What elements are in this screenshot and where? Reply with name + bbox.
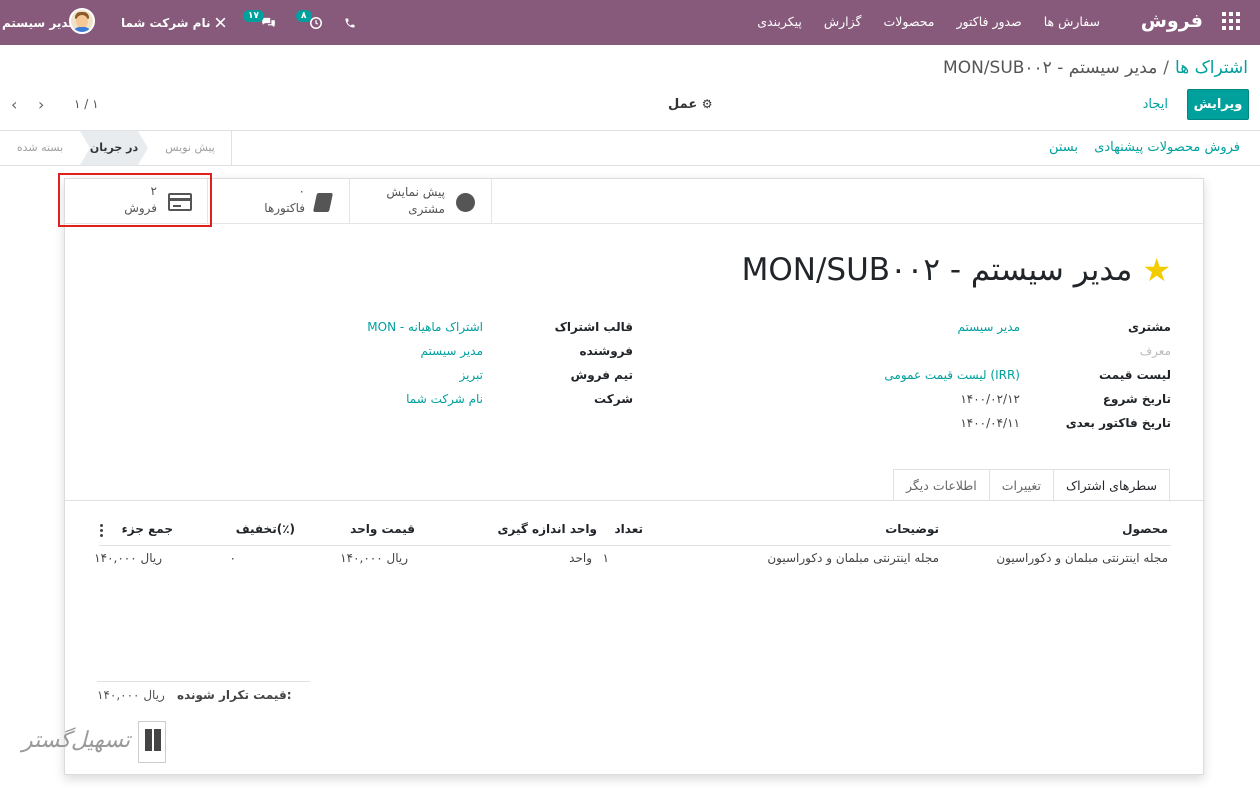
apps-menu-icon[interactable] xyxy=(1222,12,1242,32)
watermark-mark-icon xyxy=(138,721,166,763)
user-menu[interactable]: مدیر سیستم xyxy=(2,0,76,45)
app-brand[interactable]: فروش xyxy=(1141,10,1203,32)
cell-uom[interactable]: واحد xyxy=(569,551,592,565)
top-navbar: فروش سفارش ها صدور فاکتور محصولات گزارش … xyxy=(0,0,1260,45)
value-customer[interactable]: مدیر سیستم xyxy=(958,320,1021,334)
col-uom[interactable]: واحد اندازه گیری xyxy=(497,522,597,536)
col-subtotal[interactable]: جمع جزء xyxy=(122,522,173,536)
pager-value[interactable]: ۱ / ۱ xyxy=(74,97,99,111)
phone-icon[interactable] xyxy=(344,0,356,45)
breadcrumb-subscriptions[interactable]: اشتراک ها xyxy=(1175,58,1248,78)
form-header: فروش محصولات پیشنهادی بستن بسته شده در ج… xyxy=(0,131,1260,166)
upsell-button[interactable]: فروش محصولات پیشنهادی xyxy=(1094,140,1240,155)
action-menu[interactable]: عمل ⚙ xyxy=(668,97,713,112)
menu-configuration[interactable]: پیکربندی xyxy=(757,14,802,29)
cell-discount[interactable]: ۰ xyxy=(230,551,236,565)
col-product[interactable]: محصول xyxy=(1122,522,1168,536)
invoices-button[interactable]: ۰ فاکتورها xyxy=(208,179,350,223)
star-icon[interactable]: ★ xyxy=(1142,251,1171,289)
recurring-price-label: قیمت تکرار شونده: xyxy=(177,688,292,702)
label-salesperson: فروشنده xyxy=(579,344,634,358)
menu-orders[interactable]: سفارش ها xyxy=(1044,14,1100,29)
invoices-label: فاکتورها xyxy=(264,201,305,215)
label-template: قالب اشتراک xyxy=(554,320,633,334)
label-sales-team: تیم فروش xyxy=(570,368,633,382)
tab-subscription-lines[interactable]: سطرهای اشتراک xyxy=(1052,469,1170,502)
activity-count-badge: ۸ xyxy=(296,10,312,22)
label-referrer: معرف xyxy=(1139,344,1171,358)
debug-tools-icon[interactable] xyxy=(214,0,227,45)
value-pricelist[interactable]: لیست قیمت عمومی (IRR) xyxy=(884,368,1020,382)
tab-changes[interactable]: تغییرات xyxy=(988,469,1054,501)
recurring-price-value: ۱۴۰,۰۰۰ ریال xyxy=(97,688,165,702)
label-start-date: تاریخ شروع xyxy=(1102,392,1171,406)
breadcrumb-separator: / xyxy=(1163,58,1170,78)
value-next-invoice: ۱۴۰۰/۰۴/۱۱ xyxy=(960,416,1020,430)
smart-button-box: پیش نمایش مشتری ۰ فاکتورها ۲ فروش xyxy=(65,179,1205,224)
record-title-row: ★ MON/SUB۰۰۲ - مدیر سیستم xyxy=(742,251,1171,289)
label-pricelist: لیست قیمت xyxy=(1099,368,1171,382)
stage-draft[interactable]: پیش نویس xyxy=(148,131,232,165)
tabs-divider xyxy=(65,500,1205,501)
tab-other-info[interactable]: اطلاعات دیگر xyxy=(893,469,990,501)
customer-preview-line1: پیش نمایش xyxy=(386,185,445,199)
messages-count-badge: ۱۷ xyxy=(243,10,264,22)
activity-clock-icon[interactable] xyxy=(309,0,323,45)
value-salesperson[interactable]: مدیر سیستم xyxy=(421,344,484,358)
pager-prev-icon[interactable]: ‹ xyxy=(11,95,17,114)
value-start-date: ۱۴۰۰/۰۲/۱۲ xyxy=(960,392,1020,406)
action-label: عمل xyxy=(668,97,698,112)
optional-columns-icon[interactable] xyxy=(100,524,104,539)
stage-in-progress[interactable]: در جریان xyxy=(80,131,148,165)
watermark-logo: تسهیل‌گستر xyxy=(22,718,166,764)
close-button[interactable]: بستن xyxy=(1049,140,1078,155)
menu-reporting[interactable]: گزارش xyxy=(824,14,862,29)
edit-button[interactable]: ویرایش xyxy=(1187,89,1249,120)
breadcrumb-current: MON/SUB۰۰۲ - مدیر سیستم xyxy=(943,58,1158,78)
globe-icon xyxy=(456,193,475,212)
table-header-divider xyxy=(99,545,1171,546)
label-customer: مشتری xyxy=(1127,320,1171,334)
col-unit-price[interactable]: قیمت واحد xyxy=(350,522,415,536)
notebook-tabs: سطرهای اشتراک تغییرات اطلاعات دیگر xyxy=(893,469,1170,502)
cell-description[interactable]: مجله اینترنتی مبلمان و دکوراسیون xyxy=(767,551,939,565)
col-discount[interactable]: تخفیف(٪) xyxy=(236,522,295,536)
menu-products[interactable]: محصولات xyxy=(884,14,935,29)
col-description[interactable]: توضیحات xyxy=(885,522,939,536)
breadcrumb: اشتراک ها / MON/SUB۰۰۲ - مدیر سیستم xyxy=(943,58,1248,78)
label-company: شرکت xyxy=(594,392,633,406)
messages-icon[interactable] xyxy=(261,0,276,45)
cell-product[interactable]: مجله اینترنتی مبلمان و دکوراسیون xyxy=(996,551,1168,565)
invoices-count: ۰ xyxy=(298,184,305,198)
customer-preview-button[interactable]: پیش نمایش مشتری xyxy=(350,179,492,223)
cell-unit-price[interactable]: ۱۴۰,۰۰۰ ریال xyxy=(340,551,408,565)
value-template[interactable]: MON - اشتراک ماهیانه xyxy=(367,320,483,334)
record-title: MON/SUB۰۰۲ - مدیر سیستم xyxy=(741,252,1133,288)
stage-closed[interactable]: بسته شده xyxy=(0,131,80,165)
totals-divider xyxy=(97,681,310,682)
main-menu: سفارش ها صدور فاکتور محصولات گزارش پیکرب… xyxy=(757,14,1100,29)
form-sheet: پیش نمایش مشتری ۰ فاکتورها ۲ فروش ★ MON/… xyxy=(64,178,1205,775)
sales-button-highlight xyxy=(58,173,212,227)
company-switcher[interactable]: نام شرکت شما xyxy=(121,0,210,45)
pager-next-icon[interactable]: › xyxy=(38,95,44,114)
col-quantity[interactable]: تعداد xyxy=(615,522,643,536)
customer-preview-line2: مشتری xyxy=(408,202,445,216)
control-panel: اشتراک ها / MON/SUB۰۰۲ - مدیر سیستم ویرا… xyxy=(0,45,1260,131)
watermark-text: تسهیل‌گستر xyxy=(22,728,131,753)
label-next-invoice: تاریخ فاکتور بعدی xyxy=(1065,416,1171,430)
value-company[interactable]: نام شرکت شما xyxy=(406,392,483,406)
menu-invoicing[interactable]: صدور فاکتور xyxy=(956,14,1021,29)
value-sales-team[interactable]: تبریز xyxy=(459,368,483,382)
status-bar: بسته شده در جریان پیش نویس xyxy=(0,131,232,165)
cell-quantity[interactable]: ۱ xyxy=(603,551,609,565)
cell-subtotal[interactable]: ۱۴۰,۰۰۰ ریال xyxy=(94,551,162,565)
gear-icon: ⚙ xyxy=(701,97,713,111)
create-button[interactable]: ایجاد xyxy=(1135,89,1176,120)
user-avatar[interactable] xyxy=(69,8,95,34)
book-icon xyxy=(312,193,334,212)
